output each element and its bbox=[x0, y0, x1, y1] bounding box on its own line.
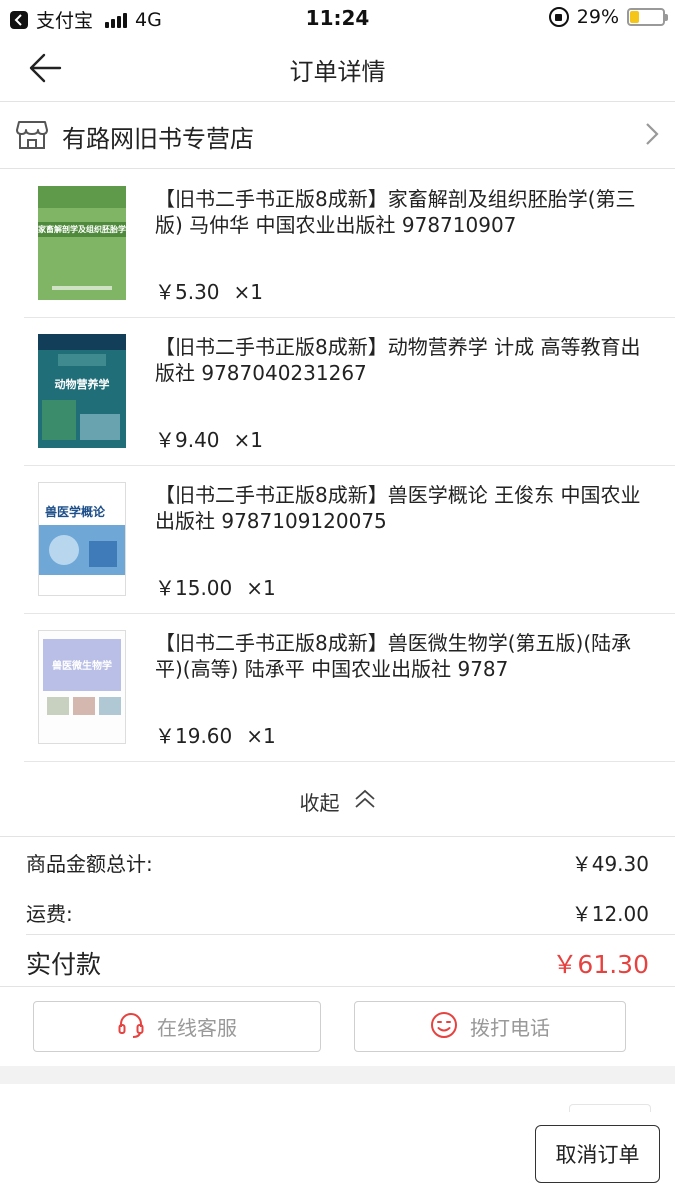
item-qty: ×1 bbox=[233, 280, 264, 304]
store-row[interactable]: 有路网旧书专营店 bbox=[0, 102, 675, 168]
book-cover[interactable]: 动物营养学 bbox=[38, 334, 126, 448]
paid-label: 实付款 bbox=[26, 950, 102, 979]
call-phone-label[interactable]: 拨打电话 bbox=[470, 1012, 550, 1041]
order-item[interactable]: 动物营养学 【旧书二手书正版8成新】动物营养学 计成 高等教育出版社 97870… bbox=[0, 318, 675, 466]
book-cover-title: 兽医微生物学 bbox=[52, 661, 112, 672]
goods-total-value: ￥49.30 bbox=[571, 852, 649, 876]
book-cover[interactable]: 兽医学概论 bbox=[38, 482, 126, 596]
nav-bar: 订单详情 bbox=[0, 36, 675, 100]
rotation-lock-icon bbox=[548, 7, 569, 27]
page-title: 订单详情 bbox=[289, 58, 386, 86]
item-price-row: ￥15.00 ×1 bbox=[155, 572, 276, 601]
call-phone-button[interactable]: 拨打电话 bbox=[354, 1001, 626, 1052]
item-price: ￥9.40 bbox=[155, 428, 220, 452]
item-price-row: ￥9.40 ×1 bbox=[155, 424, 263, 453]
item-title[interactable]: 【旧书二手书正版8成新】动物营养学 计成 高等教育出版社 97870402312… bbox=[155, 334, 645, 386]
book-cover-title: 兽医学概论 bbox=[45, 505, 106, 519]
collapse-button[interactable]: 收起 bbox=[0, 766, 675, 836]
item-title[interactable]: 【旧书二手书正版8成新】兽医学概论 王俊东 中国农业出版社 9787109120… bbox=[155, 482, 645, 534]
book-cover-title: 家畜解剖学及组织胚胎学 bbox=[38, 222, 126, 237]
store-name[interactable]: 有路网旧书专营店 bbox=[62, 119, 254, 154]
battery-icon bbox=[627, 8, 668, 26]
shipping-value: ￥12.00 bbox=[571, 902, 649, 926]
section-gap bbox=[0, 1066, 675, 1084]
cancel-order-button[interactable]: 取消订单 bbox=[535, 1125, 660, 1183]
collapse-label[interactable]: 收起 bbox=[300, 787, 340, 816]
item-price-row: ￥5.30 ×1 bbox=[155, 276, 263, 305]
item-price: ￥19.60 bbox=[155, 724, 233, 748]
online-service-button[interactable]: 在线客服 bbox=[33, 1001, 321, 1052]
battery-percent: 29% bbox=[576, 6, 619, 28]
double-chevron-up-icon[interactable] bbox=[354, 789, 376, 813]
item-qty: ×1 bbox=[233, 428, 264, 452]
chevron-right-icon[interactable] bbox=[645, 122, 659, 150]
paid-value: ￥61.30 bbox=[552, 950, 649, 979]
order-item[interactable]: 家畜解剖学及组织胚胎学 【旧书二手书正版8成新】家畜解剖及组织胚胎学(第三版) … bbox=[0, 170, 675, 318]
item-title[interactable]: 【旧书二手书正版8成新】兽医微生物学(第五版)(陆承平)(高等) 陆承平 中国农… bbox=[155, 630, 645, 682]
item-qty: ×1 bbox=[246, 576, 276, 600]
divider bbox=[0, 168, 675, 169]
divider bbox=[24, 761, 675, 762]
item-price: ￥5.30 bbox=[155, 280, 220, 304]
battery-level bbox=[630, 11, 639, 23]
item-price-row: ￥19.60 ×1 bbox=[155, 720, 276, 749]
divider bbox=[26, 934, 675, 935]
divider bbox=[0, 986, 675, 987]
store-icon bbox=[16, 120, 48, 154]
divider bbox=[0, 836, 675, 837]
book-cover[interactable]: 家畜解剖学及组织胚胎学 bbox=[38, 186, 126, 300]
book-cover-title: 动物营养学 bbox=[54, 378, 110, 391]
book-cover[interactable]: 兽医微生物学 bbox=[38, 630, 126, 744]
item-qty: ×1 bbox=[246, 724, 276, 748]
goods-total-label: 商品金额总计: bbox=[26, 852, 153, 876]
hidden-button-edge bbox=[569, 1104, 651, 1112]
order-item[interactable]: 兽医微生物学 【旧书二手书正版8成新】兽医微生物学(第五版)(陆承平)(高等) … bbox=[0, 614, 675, 762]
item-price: ￥15.00 bbox=[155, 576, 233, 600]
status-right: 29% bbox=[548, 6, 668, 28]
online-service-label[interactable]: 在线客服 bbox=[157, 1012, 237, 1041]
smiley-icon bbox=[430, 1011, 458, 1043]
status-bar: 支付宝 4G 11:24 29% bbox=[0, 0, 675, 36]
order-item[interactable]: 兽医学概论 【旧书二手书正版8成新】兽医学概论 王俊东 中国农业出版社 9787… bbox=[0, 466, 675, 614]
item-title[interactable]: 【旧书二手书正版8成新】家畜解剖及组织胚胎学(第三版) 马仲华 中国农业出版社 … bbox=[155, 186, 645, 238]
shipping-label: 运费: bbox=[26, 902, 73, 926]
headset-icon bbox=[117, 1011, 145, 1043]
